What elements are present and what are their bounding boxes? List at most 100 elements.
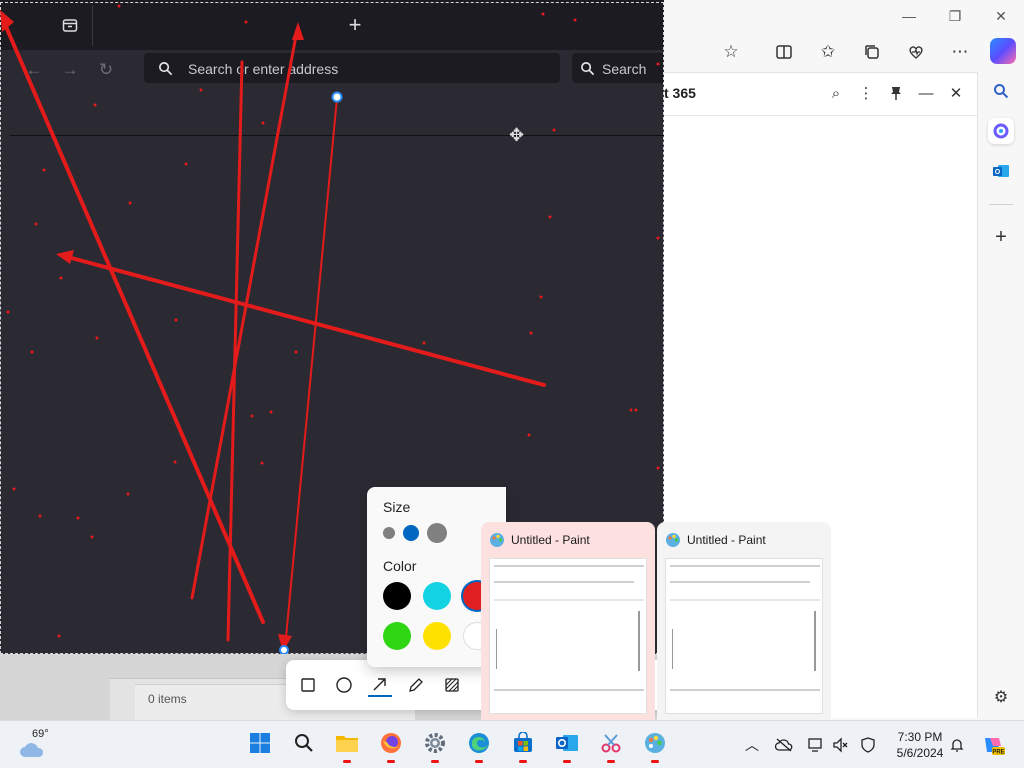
search-icon[interactable]: ⌕	[826, 83, 846, 103]
preview-row	[494, 599, 644, 601]
ellipse-tool-icon[interactable]	[332, 673, 356, 697]
running-indicator	[519, 760, 527, 763]
preview-ruler	[496, 629, 497, 669]
edge-browser-icon[interactable]	[465, 729, 493, 757]
snipping-tool-icon[interactable]	[597, 729, 625, 757]
security-shield-icon[interactable]	[857, 734, 879, 756]
paint-app-icon	[490, 533, 504, 547]
size-heading: Size	[383, 499, 411, 515]
firefox-view-icon[interactable]	[57, 12, 83, 38]
start-button-icon[interactable]	[246, 729, 274, 757]
search-icon	[159, 62, 173, 76]
more-vertical-icon[interactable]: ⋮	[856, 83, 876, 103]
cloud-icon	[20, 743, 44, 757]
search-box[interactable]: Search	[572, 53, 664, 83]
reload-icon[interactable]: ↻	[94, 58, 118, 82]
close-panel-icon[interactable]: ✕	[946, 83, 966, 103]
volume-muted-icon[interactable]	[829, 734, 851, 756]
size-small-option[interactable]	[383, 527, 395, 539]
chevron-up-icon[interactable]: ︿	[741, 734, 763, 756]
minimize-button[interactable]: —	[886, 0, 932, 32]
sidebar-divider	[989, 204, 1013, 205]
taskbar: 69° ︿ 7:30 PM 5/6/2024 PRE	[0, 720, 1024, 768]
split-screen-icon[interactable]	[773, 41, 795, 63]
preview-row	[494, 689, 644, 691]
pen-tool-icon[interactable]	[404, 673, 428, 697]
paint-thumbnail-1[interactable]: Untitled - Paint	[481, 522, 655, 720]
search-icon[interactable]	[988, 78, 1014, 104]
copilot-icon[interactable]	[990, 38, 1016, 64]
weather-widget[interactable]: 69°	[18, 727, 68, 763]
copilot-preview-icon[interactable]: PRE	[980, 732, 1006, 758]
tab-bar: +	[0, 0, 664, 50]
move-cursor-icon: ✥	[509, 125, 525, 145]
running-indicator	[651, 760, 659, 763]
search-icon[interactable]	[290, 729, 318, 757]
divider	[664, 115, 978, 116]
address-bar[interactable]: Search or enter address	[144, 53, 560, 83]
thumbnail-preview	[489, 558, 647, 714]
window-caption-buttons: — ❐ ✕	[664, 0, 1024, 32]
new-tab-icon[interactable]: +	[342, 12, 368, 38]
minimize-panel-icon[interactable]: —	[916, 83, 936, 103]
forward-arrow-icon[interactable]: →	[58, 58, 82, 82]
tab-separator	[92, 6, 93, 46]
collections-icon[interactable]	[861, 41, 883, 63]
search-label: Search	[602, 61, 647, 77]
pin-icon[interactable]	[886, 83, 906, 103]
side-panel-title: t 365	[664, 85, 696, 101]
preview-scrollbar	[814, 611, 816, 671]
running-indicator	[387, 760, 395, 763]
color-swatch-black[interactable]	[383, 582, 411, 610]
browser-essentials-icon[interactable]	[905, 41, 927, 63]
size-large-option[interactable]	[427, 523, 447, 543]
color-swatch-green[interactable]	[383, 622, 411, 650]
close-button[interactable]: ✕	[978, 0, 1024, 32]
preview-row	[494, 581, 634, 583]
preview-row	[670, 599, 820, 601]
settings-gear-icon[interactable]: ⚙	[988, 684, 1014, 710]
outlook-icon[interactable]: O	[988, 158, 1014, 184]
arrow-tool-icon[interactable]	[368, 673, 392, 697]
paint-thumbnail-2[interactable]: Untitled - Paint	[657, 522, 831, 720]
favorites-icon[interactable]: ✩	[817, 41, 839, 63]
cloud-offline-icon[interactable]	[773, 734, 795, 756]
more-menu-icon[interactable]: ⋯	[949, 41, 971, 63]
color-swatch-cyan[interactable]	[423, 582, 451, 610]
thumbnail-title: Untitled - Paint	[511, 533, 590, 547]
item-count: 0 items	[148, 692, 187, 706]
notification-bell-icon[interactable]	[946, 734, 968, 756]
size-medium-option[interactable]	[403, 525, 419, 541]
rectangle-tool-icon[interactable]	[296, 673, 320, 697]
eraser-tool-icon[interactable]	[440, 673, 464, 697]
thumbnail-title: Untitled - Paint	[687, 533, 766, 547]
network-icon[interactable]	[805, 734, 827, 756]
color-swatch-yellow[interactable]	[423, 622, 451, 650]
add-icon[interactable]: +	[988, 224, 1014, 250]
outlook-icon[interactable]	[553, 729, 581, 757]
running-indicator	[475, 760, 483, 763]
address-placeholder: Search or enter address	[188, 61, 339, 77]
running-indicator	[563, 760, 571, 763]
restore-button[interactable]: ❐	[932, 0, 978, 32]
preview-row	[670, 565, 820, 567]
clock[interactable]: 7:30 PM 5/6/2024	[890, 729, 950, 761]
favorite-star-icon[interactable]: ☆	[720, 41, 742, 63]
content-divider	[10, 135, 664, 136]
svg-text:PRE: PRE	[992, 750, 1004, 756]
running-indicator	[431, 760, 439, 763]
microsoft-store-icon[interactable]	[509, 729, 537, 757]
settings-gear-icon[interactable]	[421, 729, 449, 757]
weather-temperature: 69°	[32, 728, 49, 740]
file-explorer-icon[interactable]	[333, 729, 361, 757]
paint-app-icon[interactable]	[641, 729, 669, 757]
clock-time: 7:30 PM	[897, 730, 943, 744]
firefox-icon[interactable]	[377, 729, 405, 757]
running-indicator	[343, 760, 351, 763]
search-icon	[581, 62, 595, 76]
preview-ruler	[672, 629, 673, 669]
microsoft-365-icon[interactable]	[988, 118, 1014, 144]
edge-sidebar: O + ⚙	[978, 72, 1024, 718]
thumbnail-preview	[665, 558, 823, 714]
back-arrow-icon[interactable]: ←	[22, 58, 46, 82]
